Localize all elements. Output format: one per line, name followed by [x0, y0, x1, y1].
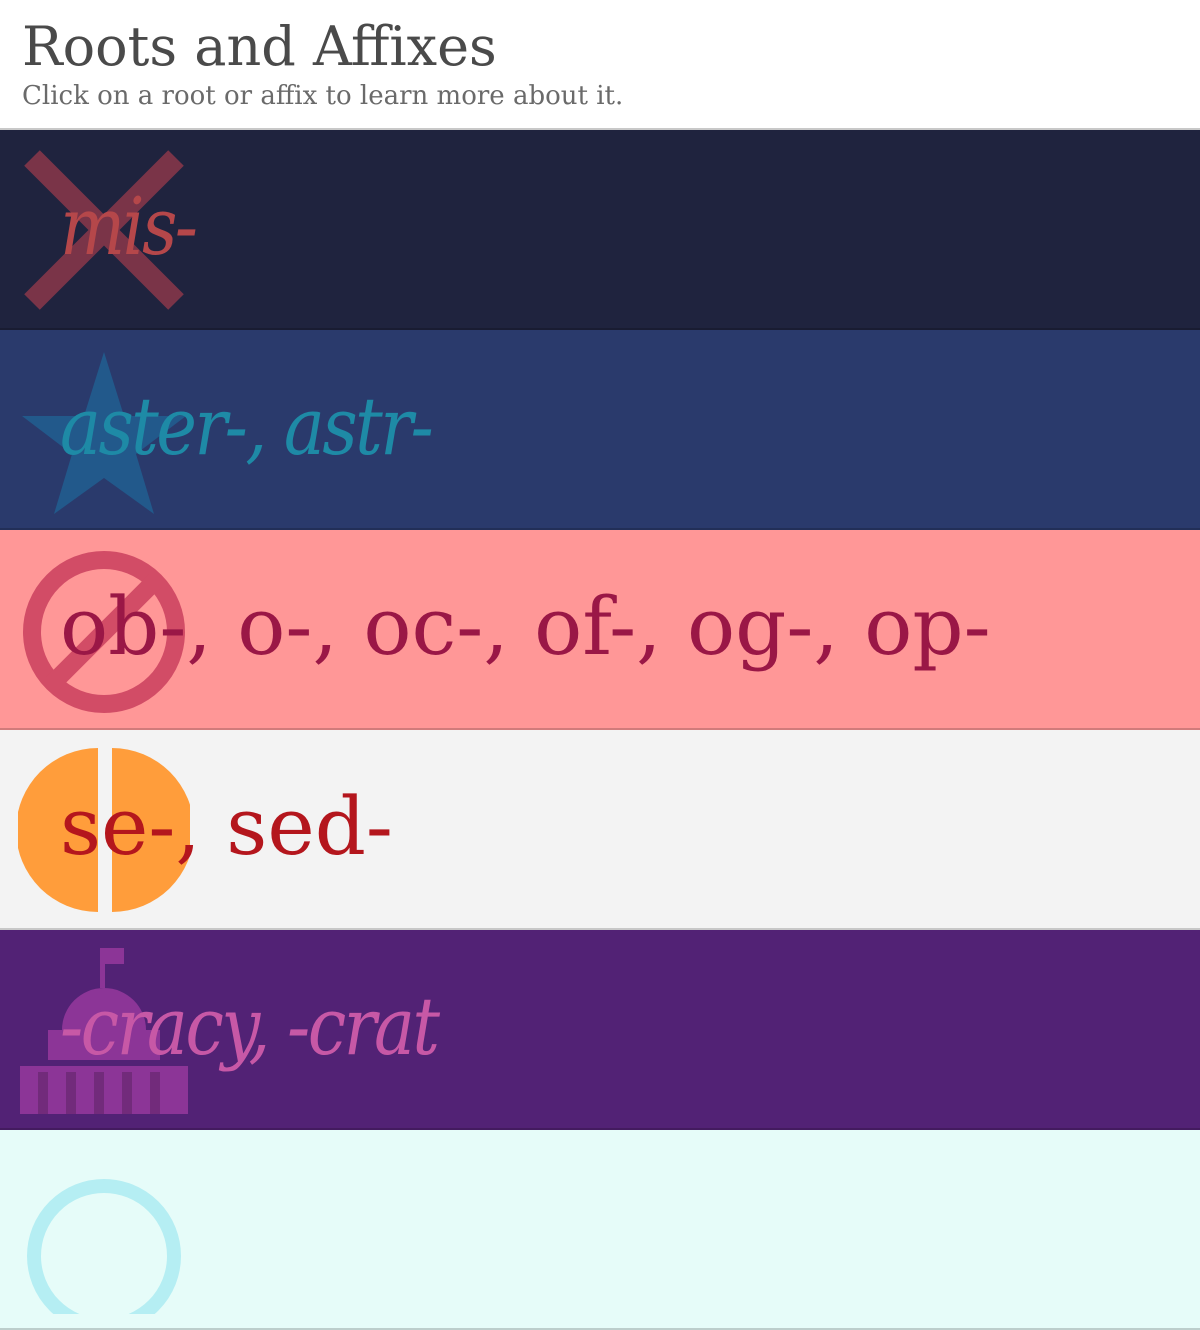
- page-header: Roots and Affixes Click on a root or aff…: [0, 0, 1200, 130]
- affix-item-mis[interactable]: mis-: [0, 130, 1200, 330]
- affix-item-6[interactable]: [0, 1130, 1200, 1330]
- affix-item-cracy[interactable]: -cracy, -crat: [0, 930, 1200, 1130]
- affix-item-ob[interactable]: ob-, o-, oc-, of-, og-, op-: [0, 530, 1200, 730]
- affix-list: mis- aster-, astr- ob-, o-, oc-, of-, og…: [0, 130, 1200, 1330]
- affix-item-aster[interactable]: aster-, astr-: [0, 330, 1200, 530]
- ring-icon: [27, 1179, 181, 1314]
- page-subtitle: Click on a root or affix to learn more a…: [22, 81, 624, 111]
- affix-label: aster-, astr-: [60, 380, 434, 473]
- affix-label: mis-: [60, 180, 198, 273]
- affix-item-se[interactable]: se-, sed-: [0, 730, 1200, 930]
- affix-label: -cracy, -crat: [60, 980, 440, 1073]
- page-title: Roots and Affixes: [22, 15, 497, 78]
- affix-label: ob-, o-, oc-, of-, og-, op-: [60, 580, 991, 673]
- affix-label: se-, sed-: [60, 780, 393, 873]
